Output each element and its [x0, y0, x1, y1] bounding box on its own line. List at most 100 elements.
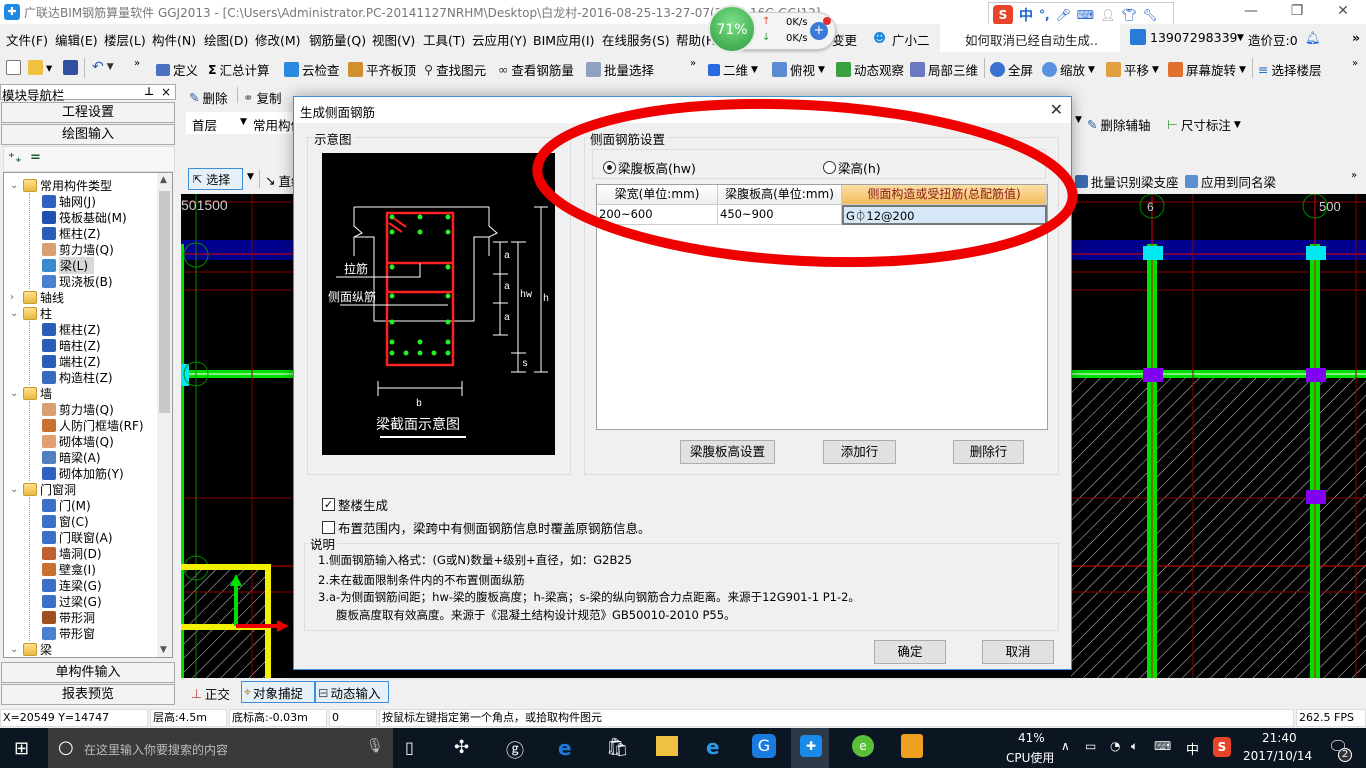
toolbar-overflow-icon[interactable]: »	[134, 58, 140, 69]
tree-scrollbar[interactable]: ▲ ▼	[157, 173, 172, 657]
radio-web-height[interactable]: 梁腹板高(hw)	[603, 158, 696, 177]
fullscreen-button[interactable]: 全屏	[990, 60, 1033, 79]
scroll-up-icon[interactable]: ▲	[160, 175, 167, 185]
tree-item[interactable]: 轴网(J)	[42, 193, 96, 209]
battery-icon[interactable]: ▭	[1085, 739, 1096, 753]
toolbar-overflow-icon-2[interactable]: »	[690, 58, 696, 69]
web-height-settings-button[interactable]: 梁腹板高设置	[680, 440, 775, 464]
scroll-down-icon[interactable]: ▼	[160, 645, 167, 655]
zoom-dropdown[interactable]: 缩放 ▼	[1042, 60, 1095, 79]
tree-folder[interactable]: ⌄ 墙	[10, 385, 52, 401]
wrench-icon[interactable]: 🔧︎	[1143, 8, 1158, 22]
scrollbar-thumb[interactable]	[159, 191, 170, 413]
tree-item[interactable]: 砌体墙(Q)	[42, 433, 114, 449]
dropdown-chevron-icon[interactable]: ▼	[1075, 115, 1082, 125]
task-view-icon[interactable]: ▯	[405, 738, 414, 757]
tree-item[interactable]: 筏板基础(M)	[42, 209, 127, 225]
tree-item[interactable]: 暗柱(Z)	[42, 337, 101, 353]
cell-side-rebar[interactable]: G⏀12@200	[842, 205, 1047, 225]
volume-icon[interactable]: 🔈︎	[1131, 739, 1138, 754]
tree-item[interactable]: 梁(L)	[42, 256, 95, 274]
microphone-icon[interactable]: 🎤︎	[1056, 8, 1071, 22]
sogou-icon[interactable]: S	[993, 5, 1013, 25]
menu-view[interactable]: 视图(V)	[372, 30, 415, 49]
batch-select-button[interactable]: 批量选择	[586, 60, 654, 79]
menu-bim[interactable]: BIM应用(I)	[533, 30, 595, 49]
checkbox-checked-icon[interactable]: ✓	[322, 498, 335, 511]
tree-item[interactable]: 带形窗	[42, 625, 95, 641]
windows-start-icon[interactable]: ⊞	[14, 738, 29, 759]
skin-icon[interactable]: 👕︎	[1121, 8, 1136, 22]
ime-indicator[interactable]: 中	[1186, 739, 1199, 758]
tree-item[interactable]: 构造柱(Z)	[42, 369, 113, 385]
clock-date[interactable]: 2017/10/14	[1243, 749, 1312, 763]
tree-item[interactable]: 端柱(Z)	[42, 353, 101, 369]
screen-rotate-dropdown[interactable]: 屏幕旋转 ▼	[1168, 60, 1246, 79]
collapse-all-icon[interactable]: =	[30, 150, 41, 165]
file-explorer-icon[interactable]	[656, 736, 678, 756]
ime-lang-toggle[interactable]: 中	[1019, 5, 1033, 25]
col-header-beam-width[interactable]: 梁宽(单位:mm)	[597, 185, 718, 205]
menu-file[interactable]: 文件(F)	[6, 30, 48, 49]
floor-select[interactable]: 首层 ▼	[186, 112, 251, 134]
tree-item[interactable]: 暗梁(A)	[42, 449, 101, 465]
view-rebar-qty-button[interactable]: ∞ 查看钢筋量	[498, 60, 574, 79]
single-component-input-button[interactable]: 单构件输入	[1, 662, 175, 683]
menu-edit[interactable]: 编辑(E)	[55, 30, 98, 49]
menu-modify[interactable]: 修改(M)	[255, 30, 301, 49]
menu-cloud[interactable]: 云应用(Y)	[472, 30, 527, 49]
menu-floor[interactable]: 楼层(L)	[104, 30, 146, 49]
tree-item[interactable]: 框柱(Z)	[42, 321, 101, 337]
report-preview-button[interactable]: 报表预览	[1, 684, 175, 705]
col-header-web-height[interactable]: 梁腹板高(单位:mm)	[718, 185, 842, 205]
expand-all-icon[interactable]: ⁺₊	[8, 151, 22, 166]
select-tool-button[interactable]: ⇱ 选择	[188, 168, 243, 190]
spiral-app-icon[interactable]: ⓖ	[506, 737, 524, 763]
menu-component[interactable]: 构件(N)	[152, 30, 196, 49]
delete-button[interactable]: ✎ 删除	[189, 88, 228, 107]
cell-web-height[interactable]: 450~900	[718, 205, 842, 225]
menu-rebar-qty[interactable]: 钢筋量(Q)	[309, 30, 366, 49]
dynamic-observe-button[interactable]: 动态观察	[836, 60, 904, 79]
cloud-check-button[interactable]: 云检查	[284, 60, 340, 79]
tree-folder[interactable]: ⌄ 梁	[10, 641, 52, 657]
pan-dropdown[interactable]: 平移 ▼	[1106, 60, 1159, 79]
store-icon[interactable]: 🛍︎	[606, 737, 629, 758]
ie-icon[interactable]: e	[706, 735, 720, 759]
chevron-down-icon[interactable]: ⌄	[10, 388, 20, 399]
batch-identify-support-button[interactable]: 批量识别梁支座	[1075, 172, 1179, 191]
save-icon[interactable]	[63, 60, 78, 75]
panel-close-icon[interactable]: ×	[161, 85, 171, 99]
local-3d-button[interactable]: 局部三维	[910, 60, 978, 79]
restore-button[interactable]: ❐	[1274, 0, 1320, 24]
new-file-icon[interactable]	[6, 60, 21, 75]
chevron-down-icon[interactable]: ⌄	[10, 308, 20, 319]
delete-aux-axis-button[interactable]: ✎ 删除辅轴	[1087, 115, 1151, 134]
cancel-button[interactable]: 取消	[982, 640, 1054, 664]
tree-item[interactable]: 框柱(Z)	[42, 225, 101, 241]
copy-button[interactable]: ⚭ 复制	[243, 88, 282, 107]
tree-item[interactable]: 带形洞	[42, 609, 95, 625]
tree-item[interactable]: 门联窗(A)	[42, 529, 113, 545]
tree-folder[interactable]: ⌄ 柱	[10, 305, 52, 321]
dynamic-input-button[interactable]: ⊟ 动态输入	[315, 681, 389, 703]
tree-item[interactable]: 砌体加筋(Y)	[42, 465, 124, 481]
align-slab-top-button[interactable]: 平齐板顶	[348, 60, 416, 79]
select-chevron-icon[interactable]: ▼	[247, 172, 254, 182]
tree-folder[interactable]: › 轴线	[10, 289, 64, 305]
tree-folder[interactable]: ⌄ 门窗洞	[10, 481, 76, 497]
find-element-button[interactable]: ⚲ 查找图元	[424, 60, 486, 79]
tree-item[interactable]: 剪力墙(Q)	[42, 401, 114, 417]
ortho-button[interactable]: ⊥ 正交	[191, 684, 230, 703]
minimize-button[interactable]: —	[1228, 0, 1274, 24]
menu-online-service[interactable]: 在线服务(S)	[602, 30, 670, 49]
cell-beam-width[interactable]: 200~600	[597, 205, 718, 225]
tree-item[interactable]: 连梁(G)	[42, 577, 102, 593]
drawing-input-button[interactable]: 绘图输入	[1, 124, 175, 145]
summary-calc-button[interactable]: Σ 汇总计算	[208, 60, 270, 79]
user-icon[interactable]: 👤︎	[1100, 8, 1115, 22]
override-checkbox[interactable]: 布置范围内，梁跨中有侧面钢筋信息时覆盖原钢筋信息。	[322, 518, 651, 537]
tree-item[interactable]: 剪力墙(Q)	[42, 241, 114, 257]
apply-same-name-beam-button[interactable]: 应用到同名梁	[1185, 172, 1276, 191]
chevron-down-icon[interactable]: ⌄	[10, 644, 20, 655]
